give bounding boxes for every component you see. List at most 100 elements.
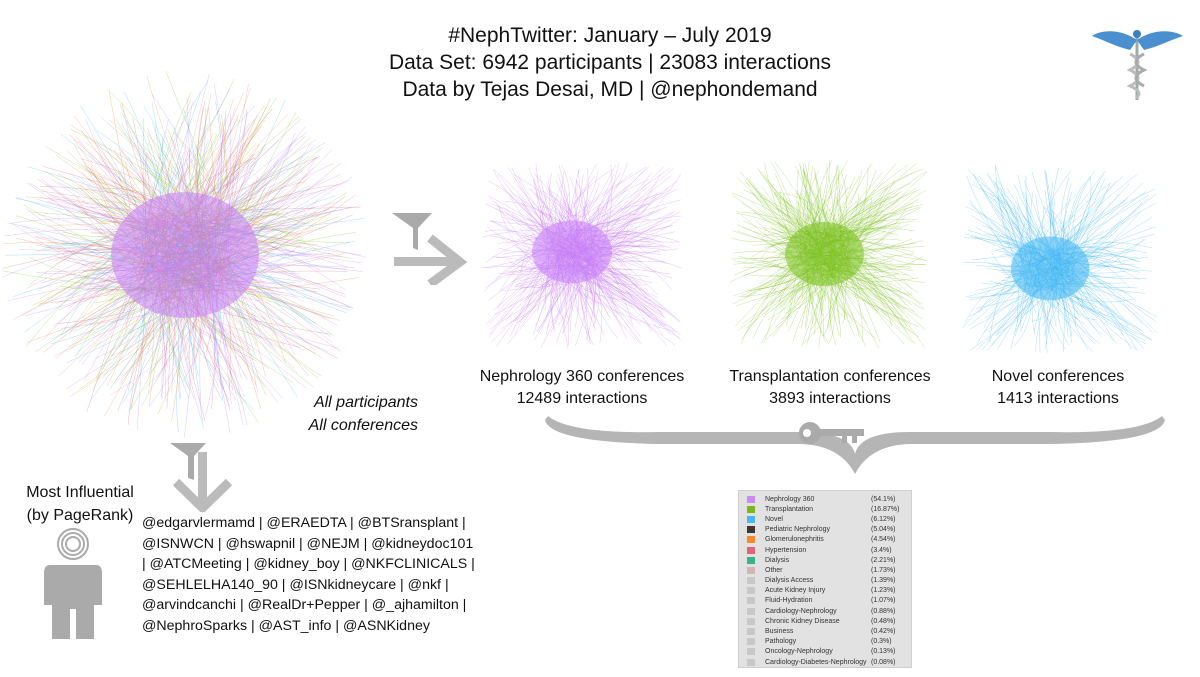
key-icon (799, 422, 864, 444)
novel-network (962, 165, 1158, 353)
legend-swatch (747, 536, 755, 544)
caption-count: 12489 interactions (516, 390, 648, 407)
legend-item: Cardiology-Diabetes-Nephrology (0.08%) (739, 657, 911, 667)
legend-swatch (747, 556, 755, 564)
legend-swatch (747, 566, 755, 574)
legend-pct: (0.08%) (871, 658, 896, 666)
legend-pct: (1.07%) (871, 597, 896, 605)
influential-handles: @edgarvlermamd | @ERAEDTA | @BTSransplan… (142, 513, 482, 637)
label-line: (by PageRank) (26, 507, 134, 524)
all-network-caption: All participants All conferences (218, 391, 418, 437)
legend-pct: (5.04%) (871, 526, 896, 534)
legend-pct: (6.12%) (871, 515, 896, 523)
caption-title: Novel conferences (991, 368, 1125, 385)
legend-swatch (747, 526, 755, 534)
legend-item: Business (0.42%) (739, 626, 911, 636)
transplantation-network (730, 160, 927, 348)
legend-name: Hypertension (765, 546, 807, 554)
legend-swatch (747, 515, 755, 523)
legend-swatch (747, 648, 755, 656)
caption-count: 1413 interactions (997, 390, 1119, 407)
legend-name: Glomerulonephritis (765, 536, 824, 544)
legend-item: Pediatric Nephrology (5.04%) (739, 525, 911, 535)
legend-swatch (747, 597, 755, 605)
legend-item: Chronic Kidney Disease (0.48%) (739, 616, 911, 626)
legend-pct: (2.21%) (871, 556, 896, 564)
all-participants-network (1, 70, 367, 438)
subnetwork-caption: Nephrology 360 conferences 12489 interac… (452, 366, 712, 410)
filter-arrow-down-icon (170, 443, 232, 512)
subnetwork-caption: Novel conferences 1413 interactions (928, 366, 1188, 410)
network-core (785, 222, 864, 286)
legend-name: Chronic Kidney Disease (765, 617, 840, 625)
network-core (1011, 236, 1090, 301)
legend-pct: (1.73%) (871, 566, 896, 574)
handles-line: @arvindcanchi | @RealDr+Pepper | @_ajham… (142, 597, 467, 614)
legend-name: Fluid-Hydration (765, 597, 813, 605)
label-line: Most Influential (26, 484, 134, 501)
legend-pct: (0.3%) (871, 638, 892, 646)
legend-item: Dialysis Access (1.39%) (739, 576, 911, 586)
legend-swatch (747, 587, 755, 595)
legend-item: Cardiology-Nephrology (0.88%) (739, 606, 911, 616)
legend-name: Transplantation (765, 505, 813, 513)
conference-legend: Nephrology 360 (54.1%) Transplantation (16.… (738, 490, 912, 668)
legend-pct: (54.1%) (871, 495, 896, 503)
legend-name: Pathology (765, 638, 797, 646)
legend-pct: (4.54%) (871, 536, 896, 544)
handles-line: @edgarvlermamd | @ERAEDTA | @BTSransplan… (142, 515, 466, 531)
caduceus-icon (1092, 30, 1183, 100)
legend-name: Dialysis (765, 556, 790, 564)
legend-item: Acute Kidney Injury (1.23%) (739, 586, 911, 596)
title-line: #NephTwitter: January – July 2019 (448, 24, 772, 47)
infographic: #NephTwitter: January – July 2019 Data S… (0, 0, 1200, 677)
legend-name: Acute Kidney Injury (765, 587, 826, 595)
legend-swatch (747, 577, 755, 585)
legend-name: Other (765, 566, 783, 574)
legend-name: Dialysis Access (765, 577, 814, 585)
legend-item: Novel (6.12%) (739, 514, 911, 524)
legend-name: Oncology-Nephrology (765, 648, 833, 656)
handles-line: @SEHLELHA140_90 | @ISNkidneycare | @nkf … (142, 576, 449, 593)
caption-title: Nephrology 360 conferences (479, 368, 685, 385)
legend-swatch (747, 617, 755, 625)
legend-item: Transplantation (16.87%) (739, 504, 911, 514)
legend-pct: (3.4%) (871, 546, 892, 554)
legend-name: Novel (765, 515, 783, 523)
legend-swatch (747, 658, 755, 666)
legend-pct: (0.88%) (871, 607, 896, 615)
legend-item: Fluid-Hydration (1.07%) (739, 596, 911, 606)
person-icon (44, 528, 102, 639)
legend-swatch (747, 628, 755, 636)
legend-pct: (1.39%) (871, 577, 896, 585)
legend-item: Glomerulonephritis (4.54%) (739, 535, 911, 545)
legend-pct: (16.87%) (871, 505, 900, 513)
caption-line: All conferences (308, 417, 418, 434)
legend-name: Cardiology-Nephrology (765, 607, 837, 615)
legend-swatch (747, 495, 755, 503)
handles-line: | @ATCMeeting | @kidney_boy | @NKFCLINIC… (142, 556, 475, 573)
caption-title: Transplantation conferences (729, 368, 931, 385)
network-core (532, 220, 612, 284)
legend-swatch (747, 505, 755, 513)
legend-pct: (0.13%) (871, 648, 896, 656)
network-edge (746, 181, 803, 241)
legend-name: Pediatric Nephrology (765, 526, 830, 534)
most-influential-label: Most Influential (by PageRank) (0, 481, 160, 527)
legend-item: Pathology (0.3%) (739, 637, 911, 647)
nephrology-360-network (482, 163, 682, 348)
legend-swatch (747, 607, 755, 615)
handles-line: @NephroSparks | @AST_info | @ASNKidney (142, 617, 430, 634)
subnetwork-caption: Transplantation conferences 3893 interac… (700, 366, 960, 410)
legend-swatch (747, 546, 755, 554)
legend-pct: (1.23%) (871, 587, 896, 595)
legend-item: Nephrology 360 (54.1%) (739, 494, 911, 504)
filter-arrow-right-icon (392, 213, 468, 285)
legend-item: Hypertension (3.4%) (739, 545, 911, 555)
legend-name: Business (765, 628, 794, 636)
legend-item: Other (1.73%) (739, 565, 911, 575)
legend-pct: (0.48%) (871, 617, 896, 625)
legend-pct: (0.42%) (871, 628, 896, 636)
legend-item: Oncology-Nephrology (0.13%) (739, 647, 911, 657)
legend-name: Cardiology-Diabetes-Nephrology (765, 658, 867, 666)
